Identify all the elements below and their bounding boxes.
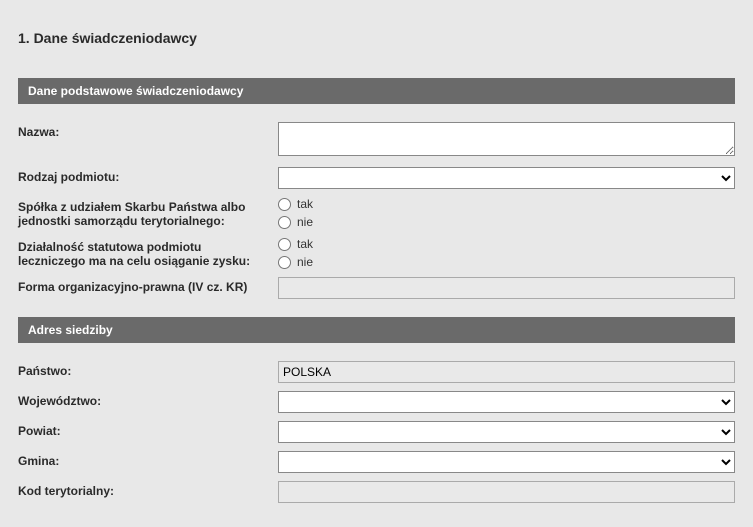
radio-spolka-nie[interactable]: [278, 216, 291, 229]
select-wojewodztwo[interactable]: [278, 391, 735, 413]
radio-group-spolka-skarbu: tak nie: [278, 197, 735, 229]
row-gmina: Gmina:: [18, 451, 735, 473]
label-gmina: Gmina:: [18, 451, 278, 468]
radio-dzialalnosc-tak[interactable]: [278, 238, 291, 251]
select-gmina[interactable]: [278, 451, 735, 473]
row-dzialalnosc-statutowa: Działalność statutowa podmiotu lecznicze…: [18, 237, 735, 269]
label-kod-teryt: Kod terytorialny:: [18, 481, 278, 498]
control-rodzaj-podmiotu: [278, 167, 735, 189]
input-nazwa[interactable]: [278, 122, 735, 156]
radio-option-spolka-nie[interactable]: nie: [278, 215, 735, 229]
row-rodzaj-podmiotu: Rodzaj podmiotu:: [18, 167, 735, 189]
row-nazwa: Nazwa:: [18, 122, 735, 159]
label-nazwa: Nazwa:: [18, 122, 278, 139]
control-gmina: [278, 451, 735, 473]
radio-spolka-tak[interactable]: [278, 198, 291, 211]
section-body-basic: Nazwa: Rodzaj podmiotu: Spółka z udziałe…: [18, 104, 735, 311]
radio-label-spolka-nie: nie: [297, 215, 313, 229]
control-nazwa: [278, 122, 735, 159]
label-spolka-skarbu: Spółka z udziałem Skarbu Państwa albo je…: [18, 197, 278, 228]
form-page: 1. Dane świadczeniodawcy Dane podstawowe…: [0, 0, 753, 527]
radio-dzialalnosc-nie[interactable]: [278, 256, 291, 269]
label-powiat: Powiat:: [18, 421, 278, 438]
row-wojewodztwo: Województwo:: [18, 391, 735, 413]
control-wojewodztwo: [278, 391, 735, 413]
section-body-address: Państwo: Województwo: Powiat: Gmina: Kod: [18, 343, 735, 515]
select-rodzaj-podmiotu[interactable]: [278, 167, 735, 189]
section-header-basic: Dane podstawowe świadczeniodawcy: [18, 78, 735, 104]
radio-option-dzialalnosc-nie[interactable]: nie: [278, 255, 735, 269]
page-title: 1. Dane świadczeniodawcy: [18, 30, 735, 46]
radio-label-dzialalnosc-nie: nie: [297, 255, 313, 269]
row-spolka-skarbu: Spółka z udziałem Skarbu Państwa albo je…: [18, 197, 735, 229]
label-dzialalnosc-statutowa: Działalność statutowa podmiotu lecznicze…: [18, 237, 278, 268]
input-forma-org: [278, 277, 735, 299]
radio-group-dzialalnosc: tak nie: [278, 237, 735, 269]
select-powiat[interactable]: [278, 421, 735, 443]
label-wojewodztwo: Województwo:: [18, 391, 278, 408]
section-header-address: Adres siedziby: [18, 317, 735, 343]
input-panstwo: [278, 361, 735, 383]
control-powiat: [278, 421, 735, 443]
row-powiat: Powiat:: [18, 421, 735, 443]
radio-label-dzialalnosc-tak: tak: [297, 237, 313, 251]
label-rodzaj-podmiotu: Rodzaj podmiotu:: [18, 167, 278, 184]
radio-option-dzialalnosc-tak[interactable]: tak: [278, 237, 735, 251]
control-forma-org: [278, 277, 735, 299]
row-forma-org: Forma organizacyjno-prawna (IV cz. KR): [18, 277, 735, 299]
label-forma-org: Forma organizacyjno-prawna (IV cz. KR): [18, 277, 278, 294]
row-panstwo: Państwo:: [18, 361, 735, 383]
control-panstwo: [278, 361, 735, 383]
radio-option-spolka-tak[interactable]: tak: [278, 197, 735, 211]
label-panstwo: Państwo:: [18, 361, 278, 378]
radio-label-spolka-tak: tak: [297, 197, 313, 211]
